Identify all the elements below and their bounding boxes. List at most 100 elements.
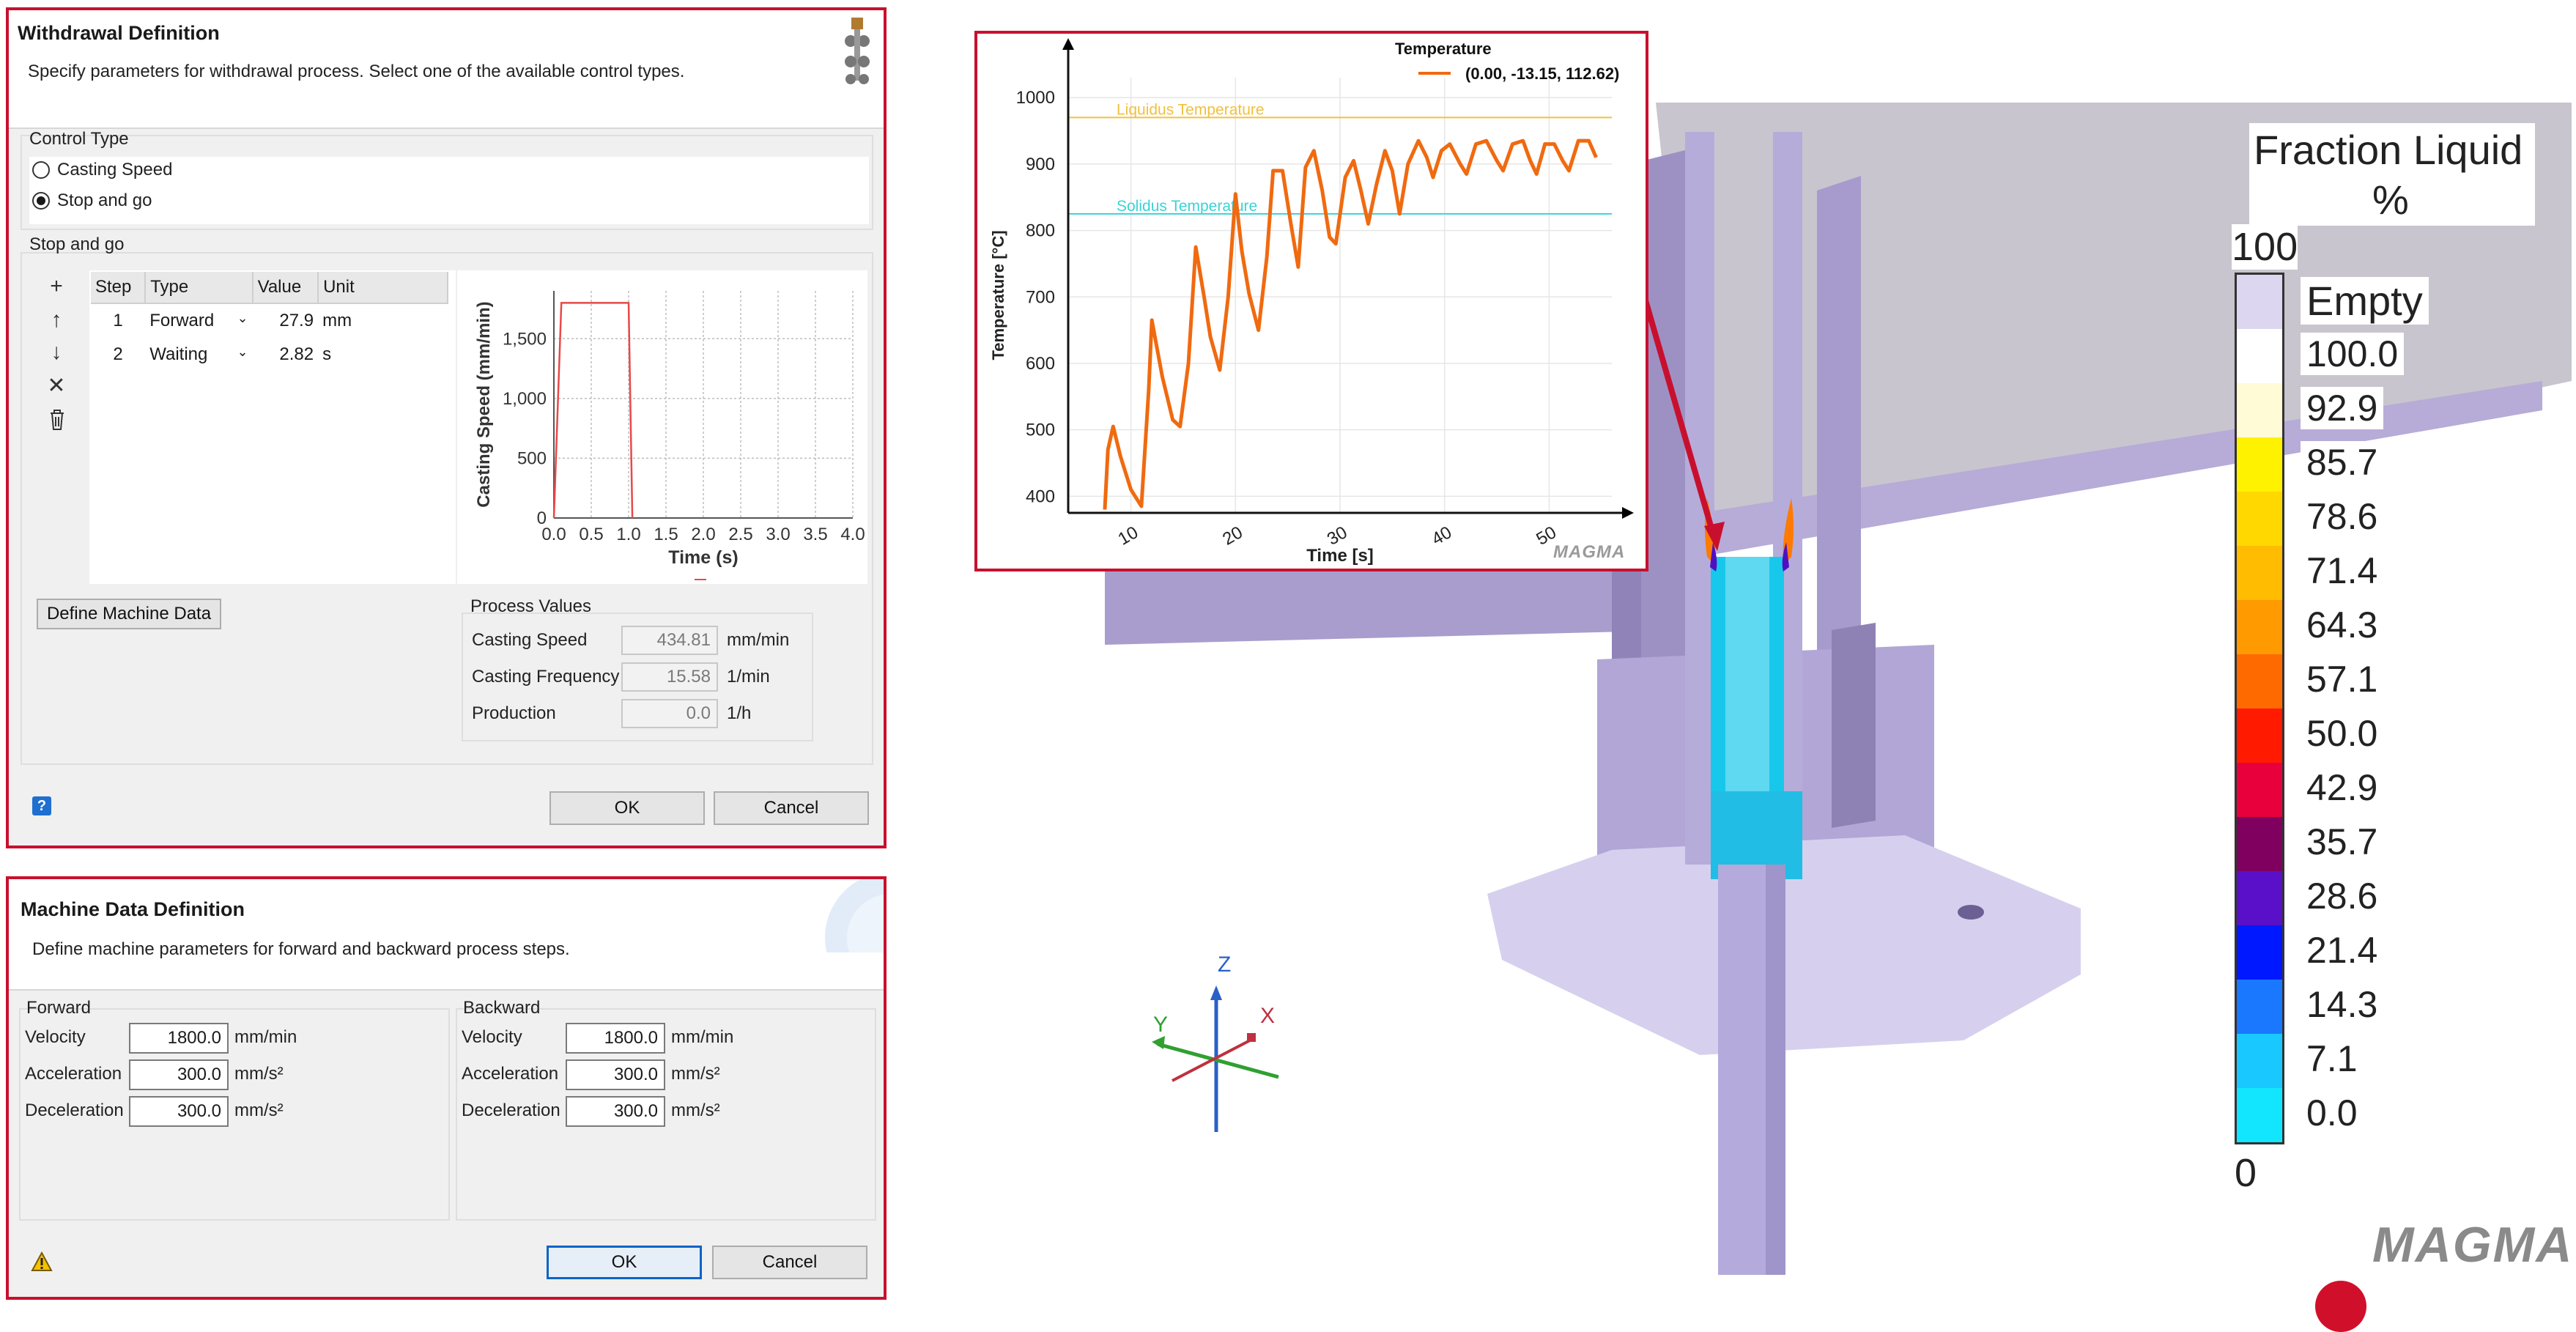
remove-icon[interactable]: ✕	[44, 374, 69, 399]
scale-swatch	[2237, 708, 2282, 763]
backward-velocity-unit: mm/min	[671, 1027, 734, 1047]
temperature-series-line	[1103, 138, 1598, 510]
y-tick-label: 400	[1026, 486, 1055, 506]
axis-y-label: Y	[1153, 1013, 1169, 1037]
stop-and-go-label: Stop and go	[29, 234, 125, 254]
help-icon[interactable]: ?	[32, 796, 51, 815]
scale-swatch	[2237, 1088, 2282, 1142]
y-tick-label: 0	[537, 508, 547, 528]
delete-icon[interactable]	[48, 409, 66, 431]
scale-label: 71.4	[2301, 550, 2384, 592]
y-axis-label: Casting Speed (mm/min)	[474, 301, 494, 507]
scale-label: 57.1	[2301, 658, 2384, 700]
forward-acceleration-label: Acceleration	[25, 1064, 122, 1084]
backward-deceleration-unit: mm/s²	[671, 1100, 720, 1120]
x-axis-label: Time (s)	[668, 547, 738, 568]
scale-label: 0.0	[2301, 1092, 2364, 1134]
backward-velocity-label: Velocity	[462, 1027, 522, 1047]
move-down-icon[interactable]: ↓	[44, 340, 69, 365]
scale-label: 7.1	[2301, 1037, 2364, 1080]
warning-icon	[31, 1251, 53, 1271]
step-type: Waiting	[149, 344, 208, 364]
forward-deceleration-field[interactable]: 300.0	[129, 1096, 229, 1127]
scale-bottom-label: 0	[2235, 1151, 2257, 1195]
table-row[interactable]: 1 Forward ⌄ 27.9 mm	[91, 303, 448, 338]
backward-velocity-field[interactable]: 1800.0	[566, 1023, 665, 1054]
y-tick-label: 600	[1026, 354, 1055, 374]
step-number: 2	[91, 338, 146, 371]
stop-and-go-radio-label[interactable]: Stop and go	[57, 190, 152, 211]
chevron-down-icon[interactable]: ⌄	[237, 344, 248, 360]
backward-acceleration-unit: mm/s²	[671, 1064, 720, 1084]
define-machine-data-button[interactable]: Define Machine Data	[37, 599, 221, 629]
bolt-hole	[1958, 905, 1984, 920]
production-field: 0.0	[621, 699, 718, 728]
stop-and-go-radio[interactable]	[32, 192, 50, 210]
scale-label: 28.6	[2301, 875, 2384, 917]
scale-swatch-empty	[2237, 275, 2282, 329]
header-step[interactable]: Step	[91, 272, 147, 304]
scale-swatch	[2237, 437, 2282, 492]
chevron-down-icon[interactable]: ⌄	[237, 311, 248, 326]
header-unit[interactable]: Unit	[318, 272, 448, 304]
temperature-chart: Liquidus TemperatureSolidus Temperature1…	[989, 38, 1634, 566]
header-value[interactable]: Value	[252, 272, 319, 304]
withdrawal-definition-dialog: Withdrawal Definition Specify parameters…	[6, 7, 887, 848]
scale-swatch	[2237, 871, 2282, 925]
x-tick-label: 1.0	[616, 525, 640, 544]
table-row[interactable]: 2 Waiting ⌄ 2.82 s	[91, 338, 448, 371]
ok-button[interactable]: OK	[547, 1246, 702, 1279]
dialog-header: Machine Data Definition Define machine p…	[9, 879, 884, 991]
cancel-button[interactable]: Cancel	[712, 1246, 867, 1279]
scale-label: 85.7	[2301, 441, 2384, 484]
ok-button[interactable]: OK	[549, 791, 705, 825]
forward-velocity-field[interactable]: 1800.0	[129, 1023, 229, 1054]
y-tick-label: 1,500	[503, 329, 547, 349]
header-type[interactable]: Type	[145, 272, 253, 304]
x-tick-label: 1.5	[654, 525, 678, 544]
x-tick-label: 2.5	[728, 525, 752, 544]
scale-top-label: 100	[2232, 224, 2298, 270]
legend-title: Temperature	[1395, 40, 1492, 58]
backward-acceleration-field[interactable]: 300.0	[566, 1059, 665, 1090]
backward-deceleration-field[interactable]: 300.0	[566, 1096, 665, 1127]
production-unit: 1/h	[727, 703, 752, 723]
header-decoration-icon	[825, 879, 884, 952]
forward-velocity-label: Velocity	[25, 1027, 86, 1047]
cancel-button[interactable]: Cancel	[714, 791, 869, 825]
scale-swatch	[2237, 600, 2282, 654]
casting-speed-chart: 0.0 0.5 1.0 1.5 2.0 2.5 3.0 3.5 4.005001,0001,50…	[474, 291, 865, 580]
y-tick-label: 1000	[1016, 88, 1055, 108]
scale-swatch	[2237, 492, 2282, 546]
forward-acceleration-field[interactable]: 300.0	[129, 1059, 229, 1090]
step-unit: mm	[318, 303, 448, 338]
move-up-icon[interactable]: ↑	[44, 308, 69, 333]
shaft-shade	[1766, 865, 1785, 1275]
add-icon[interactable]: +	[44, 274, 69, 299]
step-value[interactable]: 27.9	[252, 303, 319, 338]
backward-label: Backward	[463, 998, 541, 1018]
scale-label: 21.4	[2301, 929, 2384, 972]
step-value[interactable]: 2.82	[252, 338, 319, 371]
x-tick-label: 2.0	[691, 525, 715, 544]
y-tick-label: 700	[1026, 287, 1055, 307]
x-tick-label: 0.5	[579, 525, 603, 544]
fraction-liquid-scale	[2235, 273, 2284, 1144]
magma-logo: MAGMA	[2372, 1217, 2574, 1273]
x-tick-label: 3.5	[803, 525, 827, 544]
x-tick-label: 40	[1429, 522, 1456, 550]
step-type-select[interactable]: Forward ⌄	[145, 303, 253, 338]
scale-label: 50.0	[2301, 712, 2384, 755]
backward-deceleration-label: Deceleration	[462, 1100, 560, 1120]
forward-label: Forward	[26, 998, 92, 1018]
casting-frequency-label: Casting Frequency	[472, 667, 620, 687]
scale-swatch	[2237, 817, 2282, 871]
scale-swatch	[2237, 383, 2282, 437]
temperature-chart-logo: MAGMA	[1553, 542, 1626, 562]
scale-label: 64.3	[2301, 604, 2384, 646]
casting-speed-radio[interactable]	[32, 161, 50, 179]
casting-speed-radio-label[interactable]: Casting Speed	[57, 160, 172, 180]
scale-title: Fraction Liquid	[2254, 127, 2523, 173]
step-type-select[interactable]: Waiting ⌄	[145, 338, 253, 371]
y-tick-label: 800	[1026, 221, 1055, 241]
